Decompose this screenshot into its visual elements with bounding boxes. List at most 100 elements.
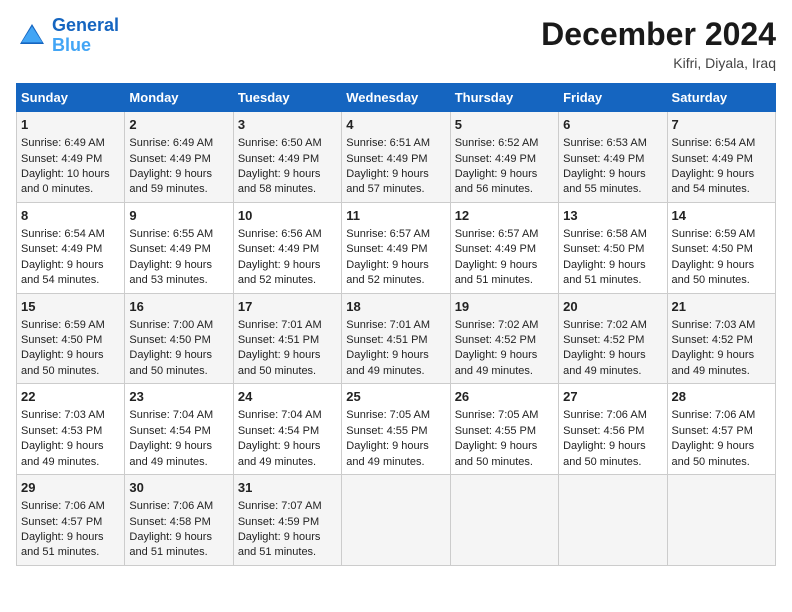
daylight-hours: Daylight: 9 hours and 50 minutes.	[672, 259, 755, 286]
sunrise-time: Sunrise: 6:55 AM	[129, 228, 213, 240]
logo-text: General Blue	[52, 16, 119, 56]
sunrise-time: Sunrise: 6:56 AM	[238, 228, 322, 240]
calendar-cell: 11 Sunrise: 6:57 AM Sunset: 4:49 PM Dayl…	[342, 202, 450, 293]
sunset-time: Sunset: 4:50 PM	[129, 334, 210, 346]
page-header: General Blue December 2024 Kifri, Diyala…	[16, 16, 776, 71]
sunrise-time: Sunrise: 6:57 AM	[455, 228, 539, 240]
title-block: December 2024 Kifri, Diyala, Iraq	[541, 16, 776, 71]
daylight-hours: Daylight: 9 hours and 54 minutes.	[21, 259, 104, 286]
sunset-time: Sunset: 4:54 PM	[129, 425, 210, 437]
daylight-hours: Daylight: 9 hours and 51 minutes.	[238, 531, 321, 558]
calendar-cell: 30 Sunrise: 7:06 AM Sunset: 4:58 PM Dayl…	[125, 475, 233, 566]
daylight-hours: Daylight: 9 hours and 49 minutes.	[238, 440, 321, 467]
sunrise-time: Sunrise: 6:58 AM	[563, 228, 647, 240]
daylight-hours: Daylight: 9 hours and 54 minutes.	[672, 168, 755, 195]
day-number: 11	[346, 207, 445, 225]
daylight-hours: Daylight: 9 hours and 49 minutes.	[129, 440, 212, 467]
sunrise-time: Sunrise: 6:49 AM	[21, 137, 105, 149]
sunrise-time: Sunrise: 6:53 AM	[563, 137, 647, 149]
calendar-cell	[559, 475, 667, 566]
daylight-hours: Daylight: 9 hours and 50 minutes.	[455, 440, 538, 467]
col-saturday: Saturday	[667, 84, 775, 112]
calendar-cell: 10 Sunrise: 6:56 AM Sunset: 4:49 PM Dayl…	[233, 202, 341, 293]
sunset-time: Sunset: 4:50 PM	[563, 243, 644, 255]
calendar-cell: 18 Sunrise: 7:01 AM Sunset: 4:51 PM Dayl…	[342, 293, 450, 384]
daylight-hours: Daylight: 9 hours and 52 minutes.	[238, 259, 321, 286]
calendar-cell: 1 Sunrise: 6:49 AM Sunset: 4:49 PM Dayli…	[17, 112, 125, 203]
daylight-hours: Daylight: 9 hours and 49 minutes.	[21, 440, 104, 467]
calendar-header-row: Sunday Monday Tuesday Wednesday Thursday…	[17, 84, 776, 112]
day-number: 8	[21, 207, 120, 225]
calendar-cell: 28 Sunrise: 7:06 AM Sunset: 4:57 PM Dayl…	[667, 384, 775, 475]
calendar-cell: 16 Sunrise: 7:00 AM Sunset: 4:50 PM Dayl…	[125, 293, 233, 384]
day-number: 16	[129, 298, 228, 316]
calendar-cell: 3 Sunrise: 6:50 AM Sunset: 4:49 PM Dayli…	[233, 112, 341, 203]
daylight-hours: Daylight: 9 hours and 49 minutes.	[346, 440, 429, 467]
col-tuesday: Tuesday	[233, 84, 341, 112]
sunrise-time: Sunrise: 7:05 AM	[346, 409, 430, 421]
sunrise-time: Sunrise: 7:02 AM	[455, 319, 539, 331]
sunrise-time: Sunrise: 6:59 AM	[672, 228, 756, 240]
daylight-hours: Daylight: 9 hours and 51 minutes.	[21, 531, 104, 558]
calendar-week-row: 1 Sunrise: 6:49 AM Sunset: 4:49 PM Dayli…	[17, 112, 776, 203]
col-monday: Monday	[125, 84, 233, 112]
sunrise-time: Sunrise: 7:06 AM	[129, 500, 213, 512]
day-number: 17	[238, 298, 337, 316]
daylight-hours: Daylight: 9 hours and 51 minutes.	[455, 259, 538, 286]
daylight-hours: Daylight: 9 hours and 50 minutes.	[563, 440, 646, 467]
calendar-cell: 26 Sunrise: 7:05 AM Sunset: 4:55 PM Dayl…	[450, 384, 558, 475]
sunset-time: Sunset: 4:53 PM	[21, 425, 102, 437]
calendar-table: Sunday Monday Tuesday Wednesday Thursday…	[16, 83, 776, 566]
sunset-time: Sunset: 4:49 PM	[238, 243, 319, 255]
sunset-time: Sunset: 4:56 PM	[563, 425, 644, 437]
calendar-cell: 25 Sunrise: 7:05 AM Sunset: 4:55 PM Dayl…	[342, 384, 450, 475]
daylight-hours: Daylight: 9 hours and 50 minutes.	[129, 349, 212, 376]
day-number: 26	[455, 388, 554, 406]
day-number: 23	[129, 388, 228, 406]
sunrise-time: Sunrise: 7:04 AM	[129, 409, 213, 421]
daylight-hours: Daylight: 9 hours and 50 minutes.	[21, 349, 104, 376]
sunrise-time: Sunrise: 7:03 AM	[21, 409, 105, 421]
sunset-time: Sunset: 4:49 PM	[346, 243, 427, 255]
daylight-hours: Daylight: 9 hours and 50 minutes.	[238, 349, 321, 376]
calendar-cell: 29 Sunrise: 7:06 AM Sunset: 4:57 PM Dayl…	[17, 475, 125, 566]
sunrise-time: Sunrise: 7:03 AM	[672, 319, 756, 331]
calendar-cell: 14 Sunrise: 6:59 AM Sunset: 4:50 PM Dayl…	[667, 202, 775, 293]
sunrise-time: Sunrise: 7:04 AM	[238, 409, 322, 421]
sunrise-time: Sunrise: 7:00 AM	[129, 319, 213, 331]
calendar-cell: 4 Sunrise: 6:51 AM Sunset: 4:49 PM Dayli…	[342, 112, 450, 203]
calendar-cell: 19 Sunrise: 7:02 AM Sunset: 4:52 PM Dayl…	[450, 293, 558, 384]
sunset-time: Sunset: 4:51 PM	[238, 334, 319, 346]
sunrise-time: Sunrise: 6:59 AM	[21, 319, 105, 331]
daylight-hours: Daylight: 9 hours and 52 minutes.	[346, 259, 429, 286]
day-number: 13	[563, 207, 662, 225]
sunset-time: Sunset: 4:50 PM	[672, 243, 753, 255]
calendar-cell: 15 Sunrise: 6:59 AM Sunset: 4:50 PM Dayl…	[17, 293, 125, 384]
sunset-time: Sunset: 4:49 PM	[129, 243, 210, 255]
col-friday: Friday	[559, 84, 667, 112]
sunset-time: Sunset: 4:57 PM	[21, 516, 102, 528]
daylight-hours: Daylight: 9 hours and 49 minutes.	[672, 349, 755, 376]
calendar-week-row: 29 Sunrise: 7:06 AM Sunset: 4:57 PM Dayl…	[17, 475, 776, 566]
day-number: 6	[563, 116, 662, 134]
day-number: 29	[21, 479, 120, 497]
sunset-time: Sunset: 4:52 PM	[455, 334, 536, 346]
day-number: 7	[672, 116, 771, 134]
day-number: 20	[563, 298, 662, 316]
sunrise-time: Sunrise: 7:06 AM	[672, 409, 756, 421]
sunrise-time: Sunrise: 6:52 AM	[455, 137, 539, 149]
day-number: 30	[129, 479, 228, 497]
sunrise-time: Sunrise: 7:01 AM	[238, 319, 322, 331]
calendar-cell: 13 Sunrise: 6:58 AM Sunset: 4:50 PM Dayl…	[559, 202, 667, 293]
sunset-time: Sunset: 4:55 PM	[346, 425, 427, 437]
daylight-hours: Daylight: 9 hours and 51 minutes.	[129, 531, 212, 558]
sunset-time: Sunset: 4:52 PM	[563, 334, 644, 346]
sunset-time: Sunset: 4:49 PM	[563, 153, 644, 165]
sunset-time: Sunset: 4:51 PM	[346, 334, 427, 346]
day-number: 28	[672, 388, 771, 406]
calendar-cell: 22 Sunrise: 7:03 AM Sunset: 4:53 PM Dayl…	[17, 384, 125, 475]
day-number: 24	[238, 388, 337, 406]
day-number: 10	[238, 207, 337, 225]
sunset-time: Sunset: 4:49 PM	[455, 153, 536, 165]
sunrise-time: Sunrise: 7:06 AM	[21, 500, 105, 512]
